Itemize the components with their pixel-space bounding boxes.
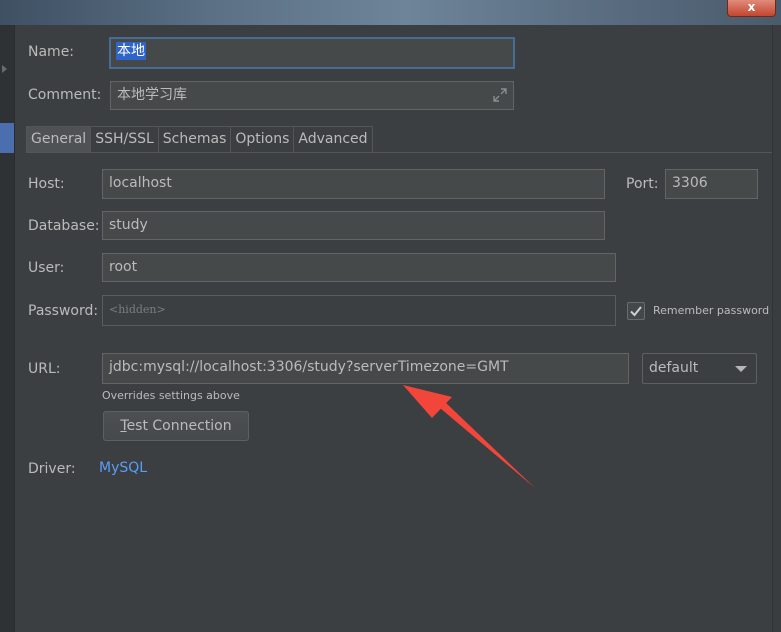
tab-options[interactable]: Options (230, 126, 295, 153)
tab-divider (26, 152, 772, 153)
window-titlebar (0, 0, 781, 25)
driver-label: Driver: (28, 461, 76, 477)
name-input-value: 本地 (116, 42, 146, 60)
port-input-value: 3306 (672, 175, 708, 191)
tab-advanced[interactable]: Advanced (293, 126, 373, 153)
right-edge-strip (772, 25, 781, 632)
tab-general[interactable]: General (26, 126, 92, 153)
url-input-value: jdbc:mysql://localhost:3306/study?server… (109, 359, 509, 375)
name-input[interactable]: 本地 (109, 37, 515, 69)
tab-ssh-ssl[interactable]: SSH/SSL (90, 126, 159, 153)
user-input[interactable]: root (102, 253, 616, 282)
selected-datasource-marker[interactable] (0, 123, 14, 153)
url-hint: Overrides settings above (102, 389, 240, 402)
datasource-properties-dialog: Name: 本地 Comment: 本地学习库 General SSH/SSL … (15, 25, 772, 632)
database-input[interactable]: study (102, 211, 605, 240)
collapse-arrow-icon[interactable] (2, 65, 7, 73)
comment-input[interactable]: 本地学习库 (110, 81, 514, 110)
password-placeholder: <hidden> (109, 303, 166, 316)
test-connection-button[interactable]: Test Connection (103, 411, 249, 441)
datasource-list-strip (0, 25, 15, 632)
url-input[interactable]: jdbc:mysql://localhost:3306/study?server… (102, 353, 629, 384)
database-input-value: study (109, 217, 148, 233)
remember-password-label[interactable]: Remember password (653, 304, 769, 317)
port-input[interactable]: 3306 (665, 169, 758, 199)
comment-input-value: 本地学习库 (117, 87, 187, 103)
expand-arrows-icon[interactable] (492, 87, 508, 103)
checkmark-icon (630, 306, 642, 317)
settings-tabs: General SSH/SSL Schemas Options Advanced (26, 126, 373, 153)
chevron-down-icon (735, 366, 747, 372)
driver-link[interactable]: MySQL (99, 460, 147, 476)
name-label: Name: (28, 44, 75, 60)
password-label: Password: (28, 303, 99, 319)
host-input[interactable]: localhost (102, 169, 605, 199)
url-mode-value: default (649, 360, 699, 376)
user-label: User: (28, 260, 65, 276)
url-label: URL: (28, 361, 61, 377)
tab-schemas[interactable]: Schemas (157, 126, 232, 153)
host-input-value: localhost (109, 175, 172, 191)
comment-label: Comment: (28, 87, 102, 103)
user-input-value: root (109, 259, 138, 275)
port-label: Port: (626, 176, 659, 192)
remember-password-checkbox[interactable] (627, 302, 645, 320)
url-mode-select[interactable]: default (642, 353, 757, 384)
close-icon[interactable]: x (727, 0, 776, 17)
password-input[interactable]: <hidden> (102, 295, 616, 326)
database-label: Database: (28, 218, 100, 234)
host-label: Host: (28, 176, 65, 192)
